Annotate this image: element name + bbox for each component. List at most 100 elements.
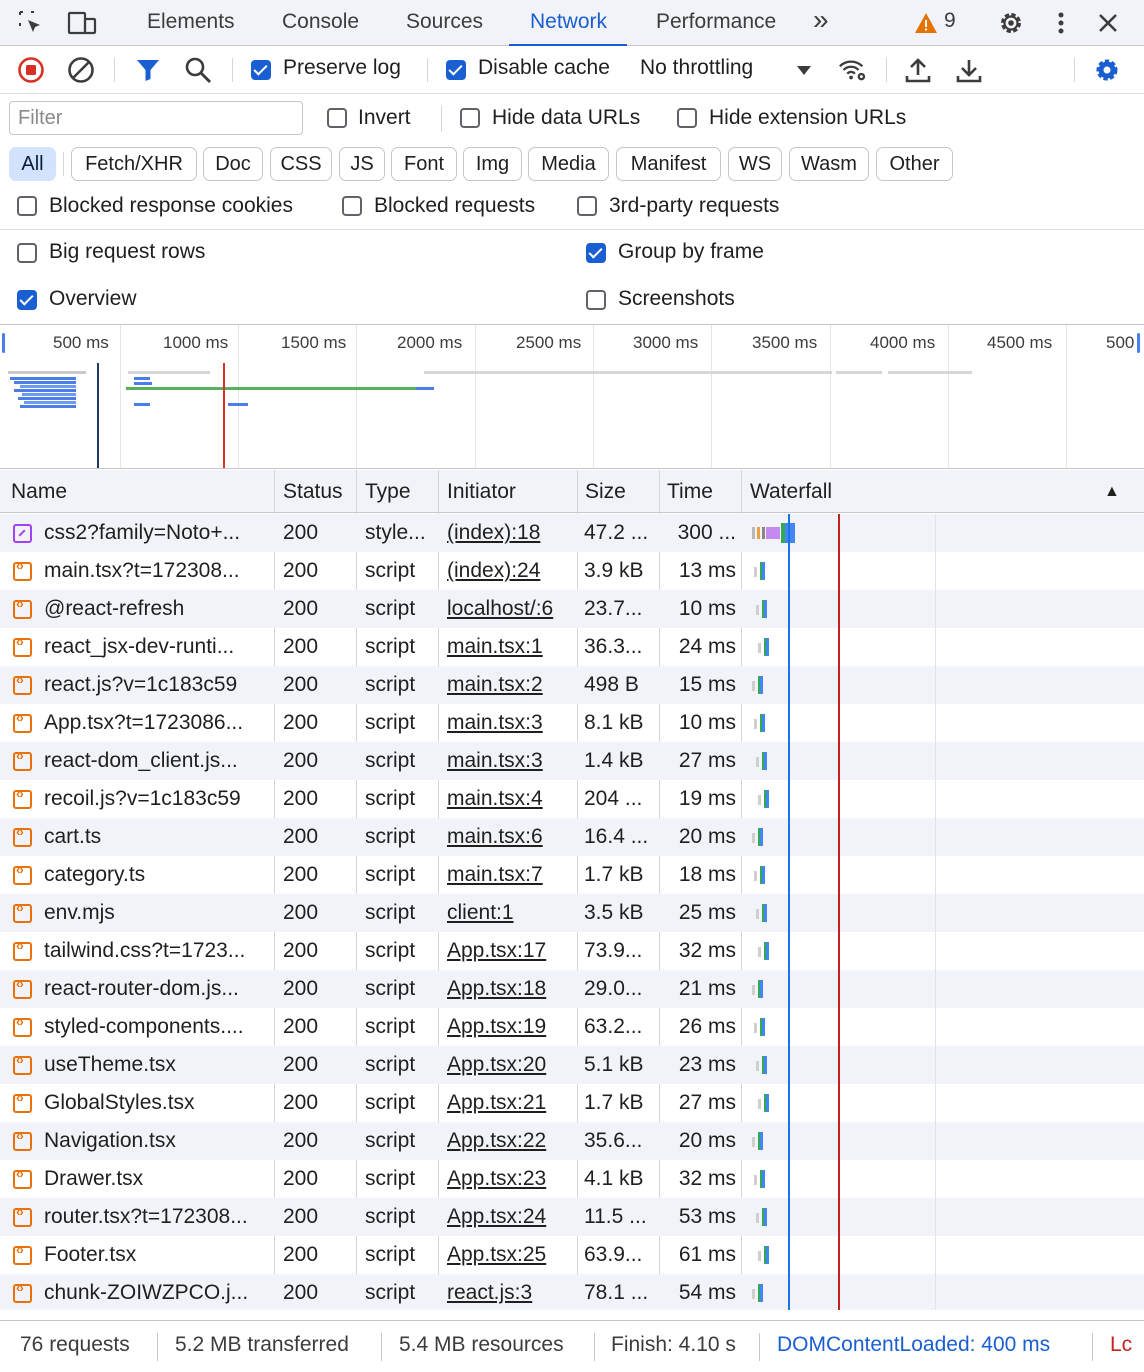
- record-stop-icon[interactable]: [16, 55, 46, 85]
- cell-name[interactable]: @react-refresh: [44, 590, 270, 628]
- overview-right-handle[interactable]: [1137, 333, 1140, 353]
- more-tabs-button[interactable]: »: [813, 0, 829, 46]
- warning-count[interactable]: 9: [944, 9, 956, 33]
- table-row[interactable]: env.mjs 200 script client:1 3.5 kB 25 ms: [0, 894, 1144, 932]
- export-har-icon[interactable]: [954, 55, 984, 85]
- chip-wasm[interactable]: Wasm: [789, 147, 869, 181]
- table-row[interactable]: react_jsx-dev-runti... 200 script main.tsx:…: [0, 628, 1144, 666]
- tab-console[interactable]: Console: [282, 0, 359, 46]
- warning-icon[interactable]: [910, 7, 942, 39]
- table-row[interactable]: Drawer.tsx 200 script App.tsx:23 4.1 kB 32 ms: [0, 1160, 1144, 1198]
- overview-timeline[interactable]: 500 ms 1000 ms 1500 ms 2000 ms 2500 ms 3…: [0, 324, 1144, 469]
- cell-initiator[interactable]: App.tsx:23: [447, 1160, 573, 1198]
- table-row[interactable]: recoil.js?v=1c183c59 200 script main.tsx:4 2…: [0, 780, 1144, 818]
- disable-cache-label[interactable]: Disable cache: [478, 56, 610, 80]
- kebab-icon[interactable]: [1045, 7, 1077, 39]
- cell-name[interactable]: recoil.js?v=1c183c59: [44, 780, 270, 818]
- cell-name[interactable]: css2?family=Noto+...: [44, 514, 270, 552]
- chip-font[interactable]: Font: [391, 147, 457, 181]
- disable-cache-checkbox[interactable]: [446, 60, 466, 80]
- cell-initiator[interactable]: react.js:3: [447, 1274, 573, 1310]
- device-toggle-icon[interactable]: [66, 7, 98, 39]
- column-header-initiator[interactable]: Initiator: [447, 470, 516, 513]
- table-row[interactable]: Navigation.tsx 200 script App.tsx:22 35.6...…: [0, 1122, 1144, 1160]
- search-icon[interactable]: [183, 55, 213, 85]
- clear-icon[interactable]: [66, 55, 96, 85]
- table-row[interactable]: router.tsx?t=172308... 200 script App.tsx:2…: [0, 1198, 1144, 1236]
- chevron-down-icon[interactable]: [789, 55, 819, 85]
- table-row[interactable]: styled-components.... 200 script App.tsx:19…: [0, 1008, 1144, 1046]
- cell-name[interactable]: router.tsx?t=172308...: [44, 1198, 270, 1236]
- filter-input[interactable]: [9, 101, 303, 135]
- table-row[interactable]: GlobalStyles.tsx 200 script App.tsx:21 1.7 k…: [0, 1084, 1144, 1122]
- cell-initiator[interactable]: main.tsx:3: [447, 704, 573, 742]
- table-row[interactable]: react-router-dom.js... 200 script App.tsx:1…: [0, 970, 1144, 1008]
- cell-initiator[interactable]: main.tsx:2: [447, 666, 573, 704]
- cell-initiator[interactable]: main.tsx:3: [447, 742, 573, 780]
- table-row[interactable]: useTheme.tsx 200 script App.tsx:20 5.1 kB 23 …: [0, 1046, 1144, 1084]
- third-party-label[interactable]: 3rd-party requests: [609, 194, 779, 218]
- table-row[interactable]: @react-refresh 200 script localhost/:6 23.7.…: [0, 590, 1144, 628]
- chip-media[interactable]: Media: [528, 147, 609, 181]
- cell-name[interactable]: main.tsx?t=172308...: [44, 552, 270, 590]
- sort-ascending-icon[interactable]: ▲: [1104, 470, 1120, 513]
- cell-initiator[interactable]: client:1: [447, 894, 573, 932]
- cell-name[interactable]: react-dom_client.js...: [44, 742, 270, 780]
- cell-initiator[interactable]: App.tsx:25: [447, 1236, 573, 1274]
- blocked-requests-checkbox[interactable]: [342, 196, 362, 216]
- big-request-rows-checkbox[interactable]: [17, 243, 37, 263]
- invert-checkbox[interactable]: [327, 108, 347, 128]
- cell-name[interactable]: Drawer.tsx: [44, 1160, 270, 1198]
- chip-img[interactable]: Img: [463, 147, 522, 181]
- cell-initiator[interactable]: App.tsx:24: [447, 1198, 573, 1236]
- overview-label[interactable]: Overview: [49, 287, 137, 311]
- chip-all[interactable]: All: [9, 147, 56, 181]
- overview-checkbox[interactable]: [17, 290, 37, 310]
- chip-manifest[interactable]: Manifest: [616, 147, 721, 181]
- screenshots-checkbox[interactable]: [586, 290, 606, 310]
- blocked-requests-label[interactable]: Blocked requests: [374, 194, 535, 218]
- cell-initiator[interactable]: (index):24: [447, 552, 573, 590]
- tab-sources[interactable]: Sources: [406, 0, 483, 46]
- throttling-select[interactable]: No throttling: [640, 56, 753, 80]
- chip-ws[interactable]: WS: [728, 147, 782, 181]
- chip-js[interactable]: JS: [339, 147, 385, 181]
- column-header-name[interactable]: Name: [11, 470, 67, 513]
- column-header-status[interactable]: Status: [283, 470, 343, 513]
- table-row[interactable]: tailwind.css?t=1723... 200 script App.tsx:1…: [0, 932, 1144, 970]
- cell-name[interactable]: tailwind.css?t=1723...: [44, 932, 270, 970]
- table-row[interactable]: react-dom_client.js... 200 script main.tsx:…: [0, 742, 1144, 780]
- cell-initiator[interactable]: localhost/:6: [447, 590, 573, 628]
- cell-initiator[interactable]: App.tsx:19: [447, 1008, 573, 1046]
- table-row[interactable]: chunk-ZOIWZPCO.j... 200 script react.js:3 78…: [0, 1274, 1144, 1310]
- cell-initiator[interactable]: App.tsx:22: [447, 1122, 573, 1160]
- cell-initiator[interactable]: main.tsx:4: [447, 780, 573, 818]
- filter-icon[interactable]: [133, 55, 163, 85]
- cell-initiator[interactable]: App.tsx:18: [447, 970, 573, 1008]
- overview-left-handle[interactable]: [2, 333, 5, 353]
- chip-doc[interactable]: Doc: [203, 147, 263, 181]
- preserve-log-label[interactable]: Preserve log: [283, 56, 401, 80]
- chip-css[interactable]: CSS: [270, 147, 332, 181]
- screenshots-label[interactable]: Screenshots: [618, 287, 735, 311]
- chip-other[interactable]: Other: [876, 147, 953, 181]
- column-header-waterfall[interactable]: Waterfall: [750, 470, 832, 513]
- cell-initiator[interactable]: main.tsx:7: [447, 856, 573, 894]
- cell-name[interactable]: Navigation.tsx: [44, 1122, 270, 1160]
- cell-name[interactable]: react_jsx-dev-runti...: [44, 628, 270, 666]
- close-icon[interactable]: [1092, 7, 1124, 39]
- cell-initiator[interactable]: App.tsx:17: [447, 932, 573, 970]
- cell-initiator[interactable]: App.tsx:20: [447, 1046, 573, 1084]
- table-row[interactable]: css2?family=Noto+... 200 style... (index):1…: [0, 514, 1144, 552]
- cell-initiator[interactable]: (index):18: [447, 514, 573, 552]
- gear-icon[interactable]: [995, 7, 1027, 39]
- group-by-frame-checkbox[interactable]: [586, 243, 606, 263]
- table-row[interactable]: cart.ts 200 script main.tsx:6 16.4 ... 20 ms: [0, 818, 1144, 856]
- blocked-cookies-checkbox[interactable]: [17, 196, 37, 216]
- table-row[interactable]: App.tsx?t=1723086... 200 script main.tsx:3 8…: [0, 704, 1144, 742]
- cell-initiator[interactable]: App.tsx:21: [447, 1084, 573, 1122]
- cell-name[interactable]: styled-components....: [44, 1008, 270, 1046]
- cell-name[interactable]: useTheme.tsx: [44, 1046, 270, 1084]
- preserve-log-checkbox[interactable]: [251, 60, 271, 80]
- cell-name[interactable]: chunk-ZOIWZPCO.j...: [44, 1274, 270, 1310]
